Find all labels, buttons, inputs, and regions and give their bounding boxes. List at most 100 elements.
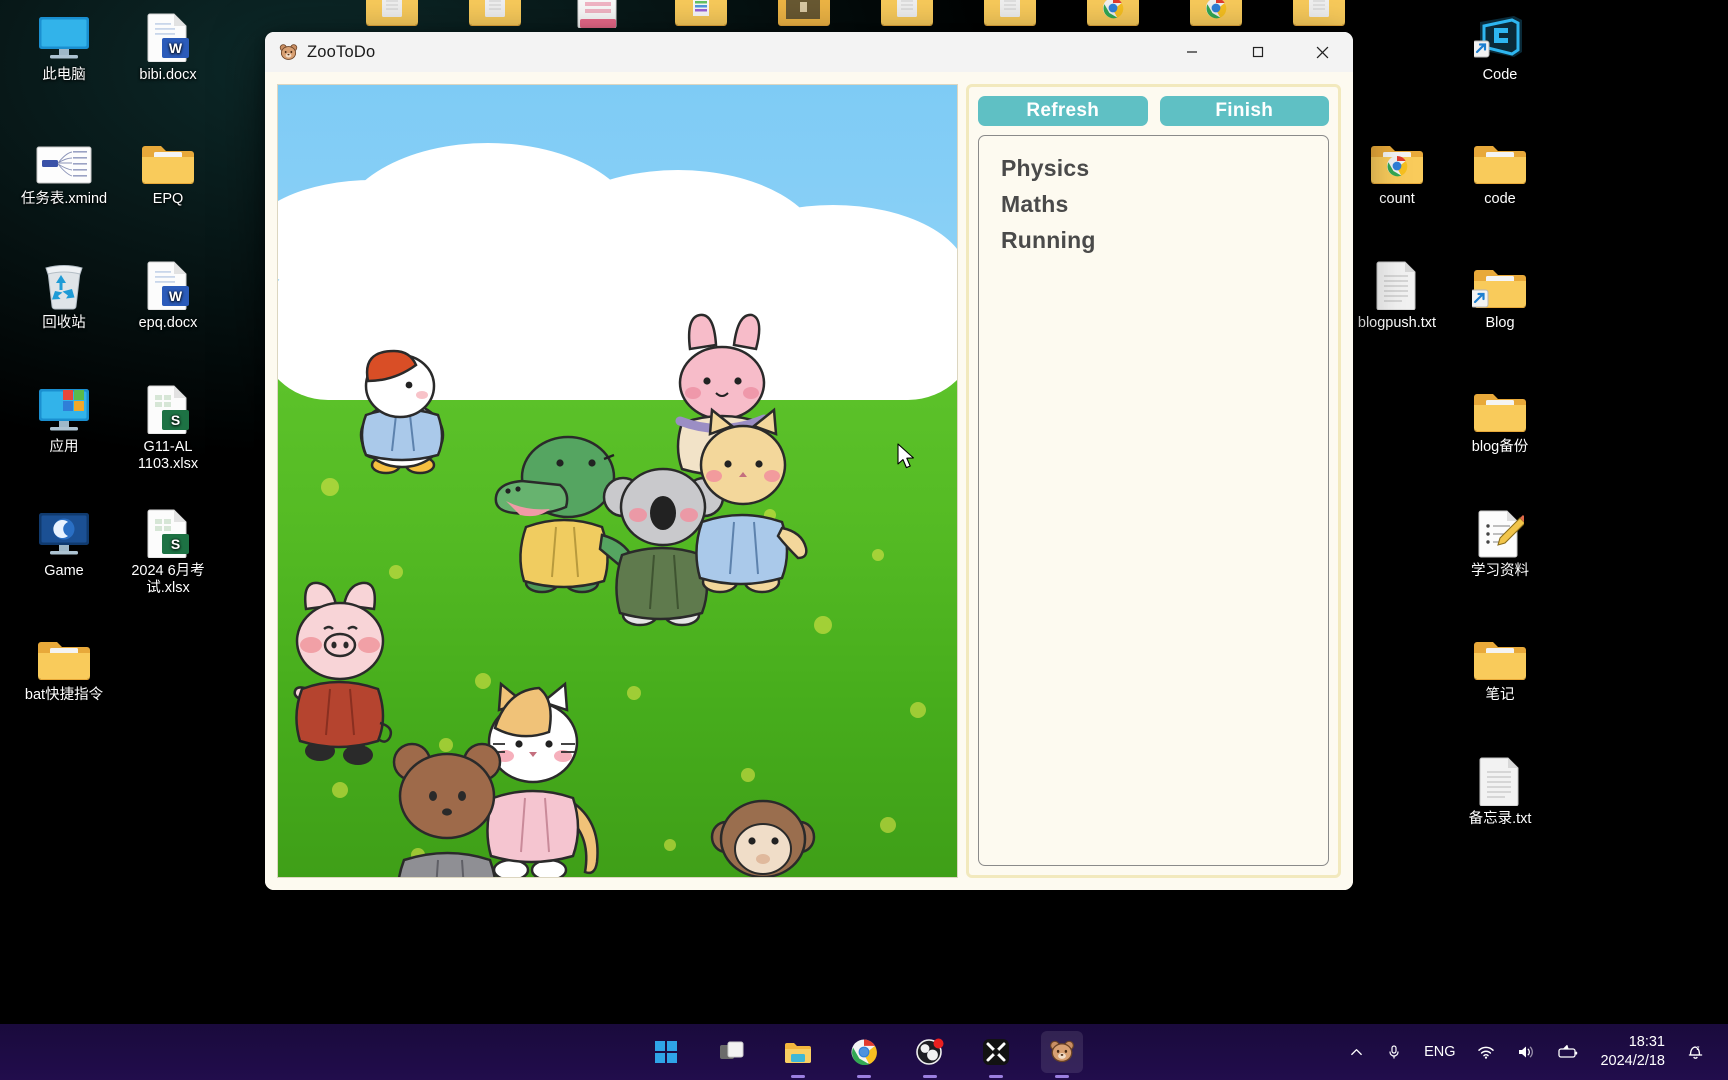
- desktop-icon-clipped[interactable]: [649, 0, 753, 33]
- wifi-icon[interactable]: [1466, 1030, 1506, 1074]
- task-item[interactable]: Running: [1001, 222, 1328, 258]
- folder-color-icon: [649, 0, 753, 28]
- taskbar-start-button[interactable]: [645, 1031, 687, 1073]
- bear-icon: [279, 43, 298, 62]
- desktop-icon-clipped[interactable]: [546, 0, 650, 33]
- desktop-icon-epq.docx[interactable]: Wepq.docx: [116, 254, 220, 332]
- folder-doc-icon: [958, 0, 1062, 28]
- this-pc-icon: [12, 6, 116, 62]
- taskbar-file-explorer-button[interactable]: [777, 1031, 819, 1073]
- running-indicator: [923, 1075, 937, 1079]
- folder-doc-icon: [443, 0, 547, 28]
- desktop-icon-clipped[interactable]: [340, 0, 444, 33]
- desktop-icon-应用[interactable]: 应用: [12, 378, 116, 456]
- running-indicator: [1055, 1075, 1069, 1079]
- folder-doc-icon: [855, 0, 959, 28]
- obs-icon: [916, 1038, 944, 1066]
- desktop-icon-clipped[interactable]: [1061, 0, 1165, 33]
- svg-text:W: W: [169, 40, 183, 56]
- desktop-icon-clipped[interactable]: [443, 0, 547, 33]
- taskbar-capcut-button[interactable]: [975, 1031, 1017, 1073]
- desktop-icon-Code[interactable]: Code: [1448, 6, 1552, 84]
- window-title-bar[interactable]: ZooToDo: [265, 32, 1353, 72]
- finish-button[interactable]: Finish: [1160, 96, 1330, 126]
- desktop-icon-label: count: [1345, 191, 1449, 208]
- animal-bear: [394, 744, 500, 878]
- taskbar-obs-button[interactable]: [909, 1031, 951, 1073]
- battery-icon[interactable]: [1546, 1030, 1590, 1074]
- animal-crocodile: [496, 437, 633, 592]
- desktop-icon-code[interactable]: code: [1448, 130, 1552, 208]
- desktop-icon-label: G11-AL 1103.xlsx: [116, 439, 220, 473]
- desktop-icon-label: blogpush.txt: [1345, 315, 1449, 332]
- desktop-icon-label: 回收站: [12, 315, 116, 332]
- zoo-animals-layer: [278, 85, 958, 878]
- desktop-icon-count[interactable]: count: [1345, 130, 1449, 208]
- desktop-icon-备忘录.txt[interactable]: 备忘录.txt: [1448, 750, 1552, 828]
- close-button[interactable]: [1299, 32, 1345, 72]
- pink-doc-icon: [546, 0, 650, 28]
- clock-time: 18:31: [1629, 1033, 1665, 1052]
- excel-doc-icon: S: [116, 502, 220, 558]
- microphone-icon[interactable]: [1375, 1030, 1413, 1074]
- animal-pig: [295, 583, 391, 765]
- desktop-icon-clipped[interactable]: [1164, 0, 1268, 33]
- volume-icon[interactable]: [1506, 1030, 1546, 1074]
- svg-text:S: S: [171, 412, 180, 428]
- desktop-icon-label: 备忘录.txt: [1448, 811, 1552, 828]
- desktop-icon-笔记[interactable]: 笔记: [1448, 626, 1552, 704]
- notifications-bell-icon[interactable]: z: [1675, 1030, 1716, 1074]
- zootodo-window[interactable]: ZooToDo: [265, 32, 1353, 890]
- desktop-icon-blog备份[interactable]: blog备份: [1448, 378, 1552, 456]
- minimize-button[interactable]: [1169, 32, 1215, 72]
- desktop-icon-label: bibi.docx: [116, 67, 220, 84]
- taskbar: ENG 18:31 2024/2: [0, 1024, 1728, 1080]
- desktop-icon-label: 2024 6月考试.xlsx: [116, 563, 220, 597]
- desktop-icon-clipped[interactable]: [855, 0, 959, 33]
- desktop-icon-bat快捷指令[interactable]: bat快捷指令: [12, 626, 116, 704]
- desktop-icon-label: 笔记: [1448, 687, 1552, 704]
- capcut-icon: [983, 1039, 1009, 1065]
- desktop-icon-clipped[interactable]: [752, 0, 856, 33]
- desktop-icon-label: 此电脑: [12, 67, 116, 84]
- todo-panel: Refresh Finish PhysicsMathsRunning: [966, 84, 1341, 878]
- language-indicator[interactable]: ENG: [1413, 1030, 1466, 1074]
- desktop-icon-任务表.xmind[interactable]: 任务表.xmind: [12, 130, 116, 208]
- recycle-bin-icon: [12, 254, 116, 310]
- task-item[interactable]: Maths: [1001, 186, 1328, 222]
- desktop-icon-label: Game: [12, 563, 116, 580]
- text-file-icon: [1345, 254, 1449, 310]
- desktop-icon-clipped[interactable]: [1267, 0, 1371, 33]
- window-body: Refresh Finish PhysicsMathsRunning: [265, 72, 1353, 890]
- animal-cat-pink: [487, 684, 597, 878]
- zoo-scene-canvas[interactable]: [277, 84, 958, 878]
- taskbar-task-view-button[interactable]: [711, 1031, 753, 1073]
- xmind-icon: [12, 130, 116, 186]
- desktop-icon-EPQ[interactable]: EPQ: [116, 130, 220, 208]
- desktop-icon-label: EPQ: [116, 191, 220, 208]
- language-label: ENG: [1424, 1044, 1455, 1060]
- folder-icon: [1448, 378, 1552, 434]
- desktop-icon-G11-AL 1103.xlsx[interactable]: S G11-AL 1103.xlsx: [116, 378, 220, 473]
- taskbar-chrome-button[interactable]: [843, 1031, 885, 1073]
- refresh-button[interactable]: Refresh: [978, 96, 1148, 126]
- desktop-icon-clipped[interactable]: [958, 0, 1062, 33]
- desktop-icon-2024 6月考试.xlsx[interactable]: S 2024 6月考试.xlsx: [116, 502, 220, 597]
- desktop-icon-blogpush.txt[interactable]: blogpush.txt: [1345, 254, 1449, 332]
- task-list[interactable]: PhysicsMathsRunning: [978, 135, 1329, 866]
- folder-chrome-icon: [1061, 0, 1165, 28]
- desktop-icon-Blog[interactable]: Blog: [1448, 254, 1552, 332]
- folder-dark-icon: [752, 0, 856, 28]
- desktop-icon-学习资料[interactable]: 学习资料: [1448, 502, 1552, 580]
- desktop-icon-回收站[interactable]: 回收站: [12, 254, 116, 332]
- notepad-pencil-icon: [1448, 502, 1552, 558]
- desktop-icon-Game[interactable]: Game: [12, 502, 116, 580]
- show-hidden-icons-button[interactable]: [1338, 1030, 1375, 1074]
- task-item[interactable]: Physics: [1001, 150, 1328, 186]
- desktop-icon-此电脑[interactable]: 此电脑: [12, 6, 116, 84]
- maximize-button[interactable]: [1235, 32, 1281, 72]
- clock[interactable]: 18:31 2024/2/18: [1590, 1030, 1675, 1074]
- taskbar-zootodo-button[interactable]: [1041, 1031, 1083, 1073]
- desktop-icon-bibi.docx[interactable]: Wbibi.docx: [116, 6, 220, 84]
- excel-doc-icon: S: [116, 378, 220, 434]
